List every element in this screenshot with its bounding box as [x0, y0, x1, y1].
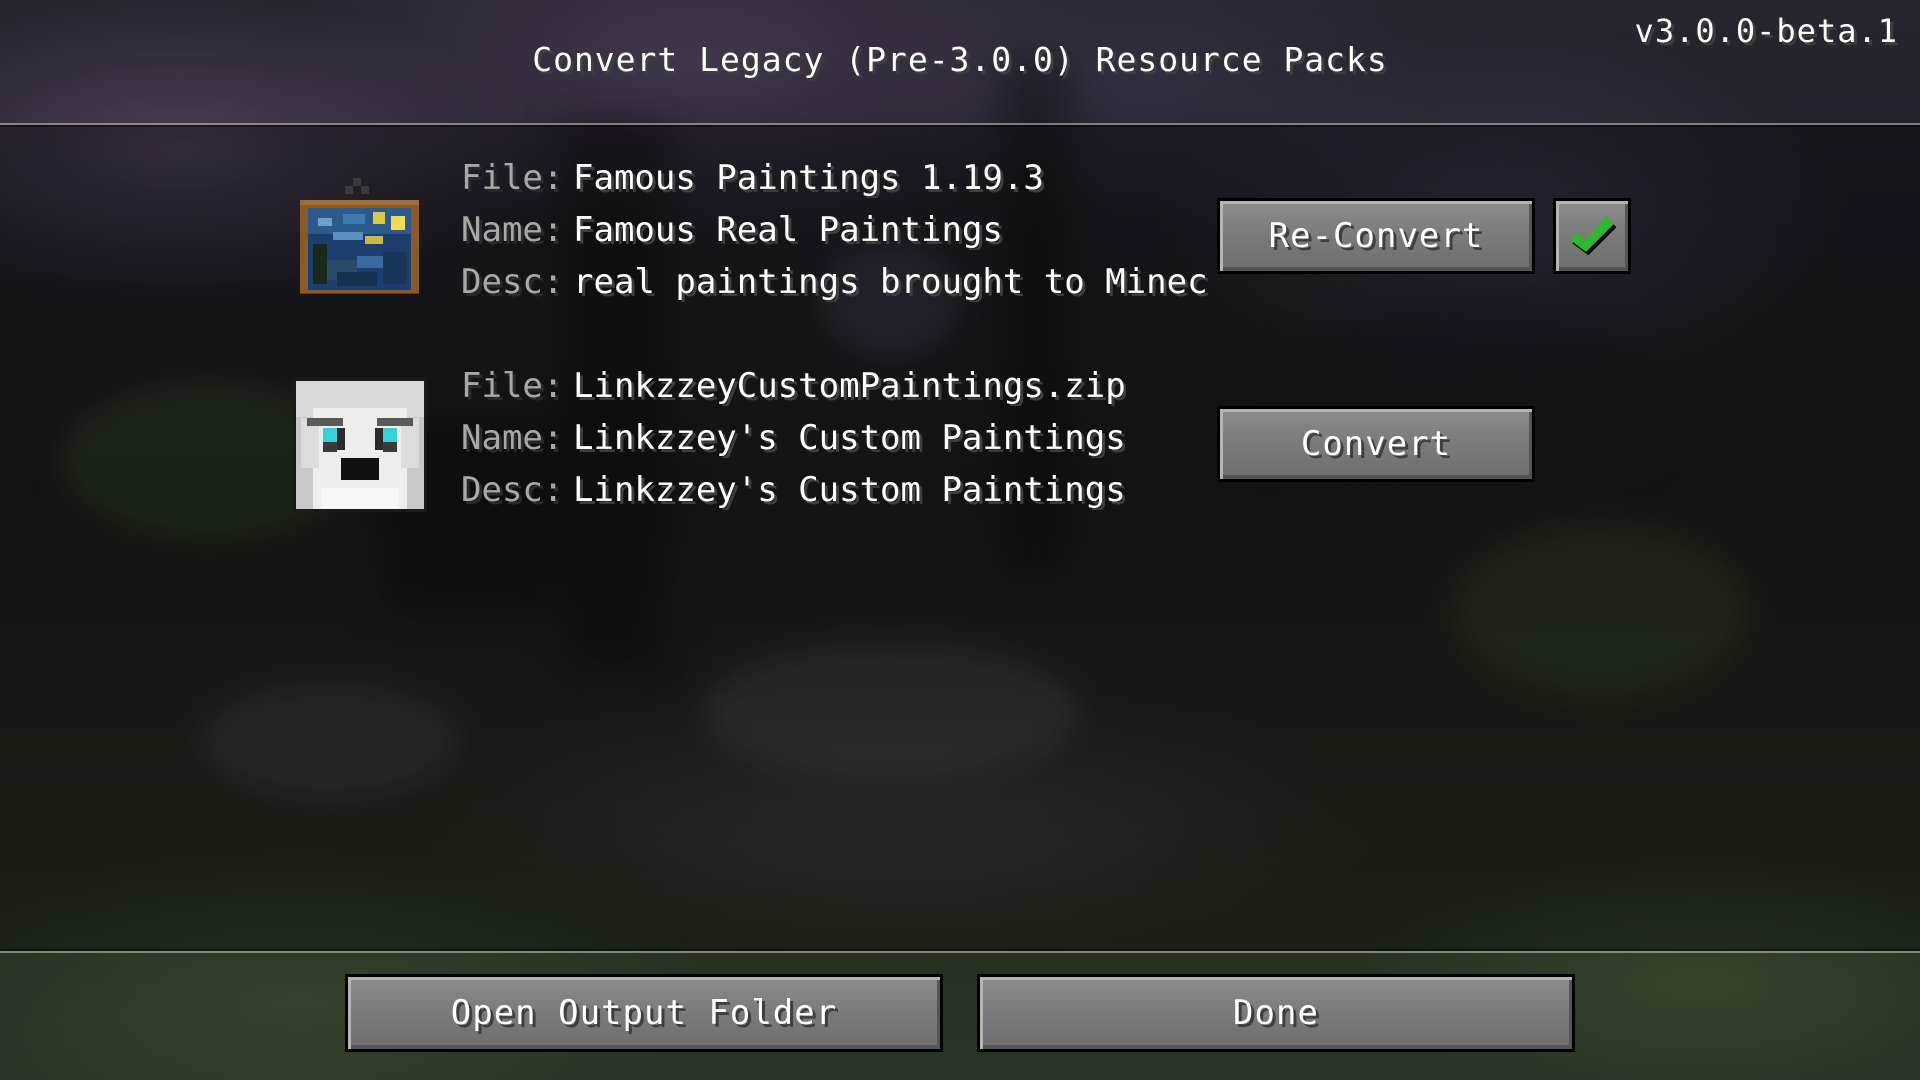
- open-output-folder-button[interactable]: Open Output Folder: [345, 974, 943, 1052]
- pack-name-row: Name: Famous Real Paintings: [461, 210, 1003, 262]
- footer-divider: [0, 951, 1920, 953]
- name-label: Name:: [461, 418, 564, 458]
- pack-name-value: Famous Real Paintings: [573, 210, 1003, 250]
- pack-name-row: Name: Linkzzey's Custom Paintings: [461, 418, 1126, 470]
- pack-desc-value: real paintings brought to Minec: [573, 262, 1208, 302]
- pack-name-value: Linkzzey's Custom Paintings: [573, 418, 1126, 458]
- file-label: File:: [461, 158, 564, 198]
- converted-status-button[interactable]: [1553, 198, 1631, 274]
- linkzzey-avatar-icon: [293, 378, 427, 512]
- pack-desc-row: Desc: Linkzzey's Custom Paintings: [461, 470, 1126, 522]
- screen-title: Convert Legacy (Pre-3.0.0) Resource Pack…: [532, 40, 1388, 79]
- convert-button[interactable]: Convert: [1217, 406, 1535, 482]
- pack-file-row: File: Famous Paintings 1.19.3: [461, 158, 1044, 210]
- done-button[interactable]: Done: [977, 974, 1575, 1052]
- file-label: File:: [461, 366, 564, 406]
- pack-file-row: File: LinkzzeyCustomPaintings.zip: [461, 366, 1126, 418]
- pack-file-value: LinkzzeyCustomPaintings.zip: [573, 366, 1126, 406]
- version-label: v3.0.0-beta.1: [1634, 12, 1898, 50]
- checkmark-icon: [1570, 216, 1617, 256]
- desc-label: Desc:: [461, 262, 564, 302]
- pack-desc-row: Desc: real paintings brought to Minec: [461, 262, 1208, 314]
- name-label: Name:: [461, 210, 564, 250]
- header-divider: [0, 123, 1920, 125]
- pack-desc-value: Linkzzey's Custom Paintings: [573, 470, 1126, 510]
- re-convert-button[interactable]: Re-Convert: [1217, 198, 1535, 274]
- starry-night-painting-icon: [293, 160, 427, 298]
- desc-label: Desc:: [461, 470, 564, 510]
- pack-file-value: Famous Paintings 1.19.3: [573, 158, 1044, 198]
